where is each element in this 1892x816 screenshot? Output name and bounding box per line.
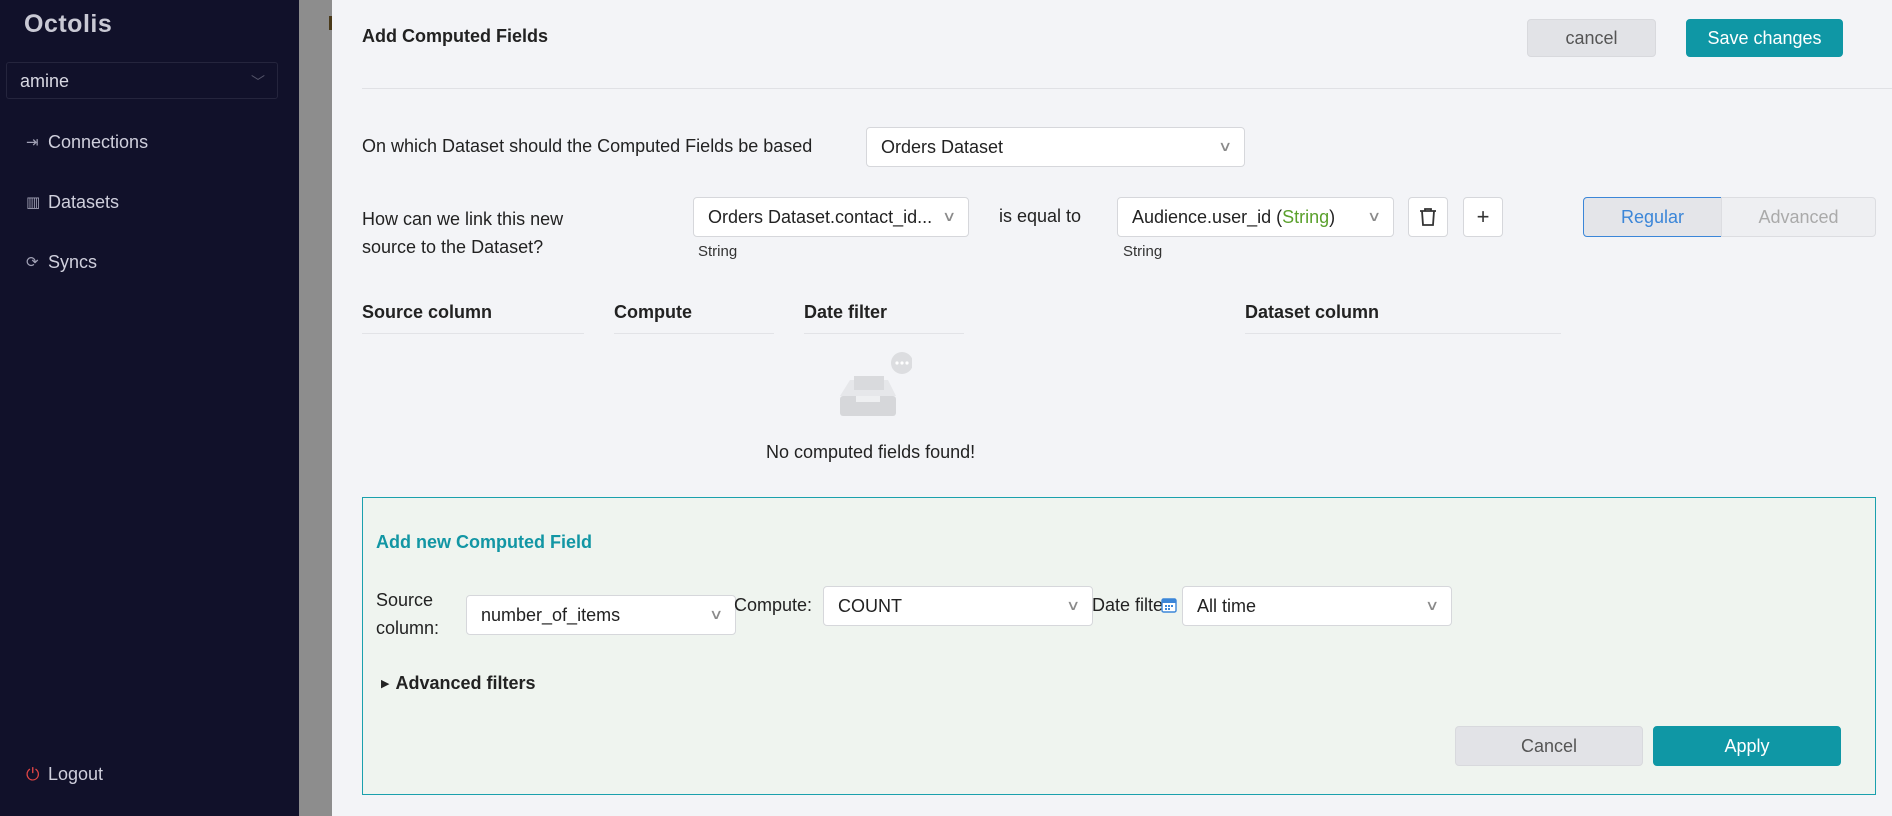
logout-label: Logout bbox=[48, 764, 104, 784]
cancel-add-button[interactable]: Cancel bbox=[1455, 726, 1643, 766]
header-divider bbox=[614, 333, 774, 334]
sidebar-item-syncs[interactable]: ⟳ Syncs bbox=[26, 249, 97, 275]
header-date-filter: Date filter bbox=[804, 302, 888, 322]
dataset-key-name: Audience.user_id ( bbox=[1132, 207, 1283, 227]
plus-icon: + bbox=[1476, 204, 1490, 229]
mode-regular-button[interactable]: Regular bbox=[1583, 197, 1722, 237]
compute-label: Compute: bbox=[734, 595, 813, 615]
chevron-down-icon: ∨ bbox=[1065, 597, 1081, 613]
computed-fields-drawer: Add Computed Fields cancel Save changes … bbox=[332, 0, 1892, 816]
header-dataset-column: Dataset column bbox=[1245, 302, 1380, 322]
trash-icon bbox=[1420, 208, 1436, 226]
header-source-column: Source column bbox=[362, 302, 493, 322]
link-question-line1: How can we link this new bbox=[362, 209, 564, 229]
calendar-icon bbox=[1161, 598, 1177, 613]
account-selector[interactable]: amine ﹀ bbox=[6, 62, 278, 99]
advanced-filters-toggle[interactable]: ▶ Advanced filters bbox=[381, 673, 536, 694]
chevron-down-icon: ∨ bbox=[708, 606, 724, 622]
source-column-select[interactable]: number_of_items ∨ bbox=[466, 595, 736, 635]
dataset-key-type-inline: String bbox=[1282, 207, 1330, 227]
source-key-select[interactable]: Orders Dataset.contact_id... ∨ bbox=[693, 197, 969, 237]
source-column-label-line2: column: bbox=[376, 618, 440, 638]
source-column-label: Source column: bbox=[376, 586, 439, 642]
dataset-key-value: Audience.user_id (String) bbox=[1132, 207, 1335, 228]
header-compute: Compute bbox=[614, 302, 692, 322]
compute-value: COUNT bbox=[838, 596, 902, 616]
power-icon: ⏻ bbox=[26, 764, 40, 784]
dataset-question: On which Dataset should the Computed Fie… bbox=[362, 136, 813, 156]
add-computed-field-panel: Add new Computed Field Source column: nu… bbox=[362, 497, 1876, 795]
delete-link-button[interactable] bbox=[1408, 197, 1448, 237]
compute-select[interactable]: COUNT ∨ bbox=[823, 586, 1093, 626]
chevron-down-icon: ∨ bbox=[1424, 597, 1440, 613]
header-divider bbox=[362, 333, 584, 334]
sidebar-item-datasets[interactable]: ▥ Datasets bbox=[26, 189, 119, 215]
source-key-value: Orders Dataset.contact_id... bbox=[708, 207, 932, 227]
source-column-value: number_of_items bbox=[481, 605, 621, 625]
source-key-type: String bbox=[698, 243, 738, 260]
header-divider bbox=[1245, 333, 1561, 334]
dataset-select[interactable]: Orders Dataset ∨ bbox=[866, 127, 1245, 167]
chevron-down-icon: ∨ bbox=[941, 208, 957, 224]
empty-inbox-icon bbox=[840, 352, 912, 416]
source-column-label-line1: Source bbox=[376, 590, 434, 610]
cancel-button[interactable]: cancel bbox=[1527, 19, 1656, 57]
date-filter-value: All time bbox=[1197, 596, 1257, 616]
sidebar-item-label: Datasets bbox=[48, 191, 120, 212]
link-question: How can we link this new source to the D… bbox=[362, 205, 563, 261]
header-divider bbox=[804, 333, 964, 334]
logout-button[interactable]: ⏻ Logout bbox=[26, 764, 103, 785]
chevron-down-icon: ∨ bbox=[1217, 138, 1233, 154]
sidebar: Octolis amine ﹀ ⇥ Connections ▥ Datasets… bbox=[0, 0, 299, 816]
date-filter-select[interactable]: All time ∨ bbox=[1182, 586, 1452, 626]
advanced-filters-label: Advanced filters bbox=[395, 673, 536, 693]
empty-state-text: No computed fields found! bbox=[766, 442, 976, 462]
account-name: amine bbox=[20, 71, 70, 91]
mode-advanced-button[interactable]: Advanced bbox=[1721, 197, 1876, 237]
dataset-key-select[interactable]: Audience.user_id (String) ∨ bbox=[1117, 197, 1394, 237]
dataset-key-type: String bbox=[1123, 243, 1163, 260]
syncs-icon: ⟳ bbox=[26, 254, 39, 271]
save-changes-button[interactable]: Save changes bbox=[1686, 19, 1843, 57]
dataset-key-suffix: ) bbox=[1329, 207, 1336, 227]
datasets-icon: ▥ bbox=[26, 194, 41, 211]
apply-button[interactable]: Apply bbox=[1653, 726, 1841, 766]
logo: Octolis bbox=[24, 10, 113, 38]
sidebar-item-label: Connections bbox=[48, 131, 149, 152]
modal-backdrop[interactable] bbox=[299, 0, 332, 816]
link-question-line2: source to the Dataset? bbox=[362, 237, 544, 257]
connections-icon: ⇥ bbox=[26, 134, 39, 151]
chevron-down-icon: ﹀ bbox=[251, 74, 265, 90]
drawer-title: Add Computed Fields bbox=[362, 26, 548, 46]
caret-right-icon: ▶ bbox=[381, 678, 390, 690]
add-link-button[interactable]: + bbox=[1463, 197, 1503, 237]
dataset-select-value: Orders Dataset bbox=[881, 137, 1004, 157]
chevron-down-icon: ∨ bbox=[1366, 208, 1382, 224]
date-filter-label: Date filter bbox=[1092, 595, 1170, 615]
divider bbox=[362, 88, 1892, 89]
add-panel-title: Add new Computed Field bbox=[376, 532, 592, 552]
operator-label: is equal to bbox=[999, 206, 1082, 226]
sidebar-item-connections[interactable]: ⇥ Connections bbox=[26, 129, 148, 155]
sidebar-item-label: Syncs bbox=[48, 251, 98, 272]
